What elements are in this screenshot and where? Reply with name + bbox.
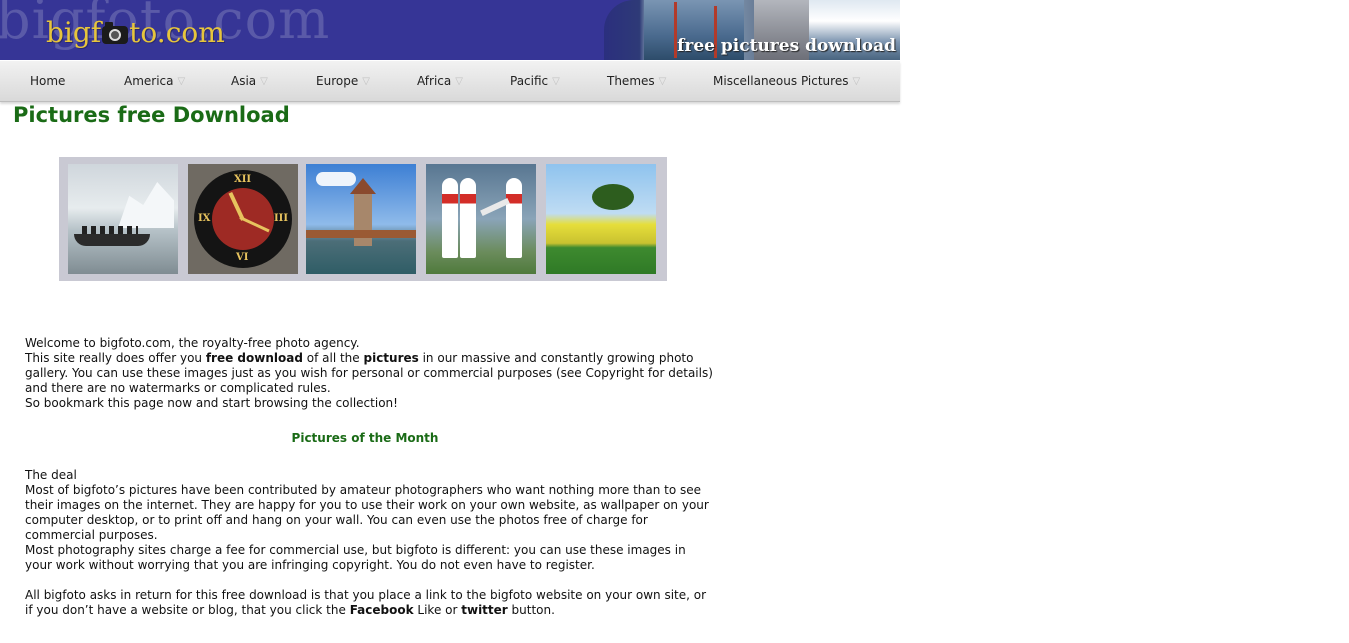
nav-item-label: Home xyxy=(30,74,66,88)
pictures-of-month-heading[interactable]: Pictures of the Month xyxy=(25,431,705,445)
site-logo[interactable]: bigf to.com xyxy=(46,16,225,49)
main-nav: Home America ▽ Asia ▽ Europe ▽ Africa ▽ Paci… xyxy=(0,61,900,102)
bridge-shape xyxy=(306,230,416,238)
deal-section: The deal Most of bigfoto’s pictures have… xyxy=(25,468,715,573)
text-run: This site really does offer you xyxy=(25,351,206,365)
page-title: Pictures free Download xyxy=(13,103,290,127)
facebook-link[interactable]: Facebook xyxy=(350,603,414,617)
asks-section: All bigfoto asks in return for this free… xyxy=(25,588,715,618)
nav-item-themes[interactable]: Themes ▽ xyxy=(607,61,666,101)
chevron-down-icon: ▽ xyxy=(177,76,186,87)
nav-item-label: Miscellaneous Pictures xyxy=(713,74,849,88)
deal-paragraph: Most of bigfoto’s pictures have been con… xyxy=(25,483,709,542)
chevron-down-icon: ▽ xyxy=(455,76,463,87)
boat-shape xyxy=(74,234,150,246)
bold-pictures: pictures xyxy=(363,351,419,365)
pylon-shape xyxy=(506,178,522,258)
twitter-link[interactable]: twitter xyxy=(461,603,507,617)
nav-item-label: Asia xyxy=(231,74,257,88)
header-photo-strip: free pictures download xyxy=(604,0,900,60)
clock-numeral: VI xyxy=(236,252,249,263)
featured-gallery: XII III VI IX xyxy=(59,157,667,281)
chevron-down-icon: ▽ xyxy=(852,76,861,87)
intro-line: Welcome to bigfoto.com, the royalty-free… xyxy=(25,336,360,350)
nav-item-home[interactable]: Home xyxy=(30,61,65,101)
tree-shape xyxy=(592,184,634,210)
asks-paragraph: All bigfoto asks in return for this free… xyxy=(25,588,715,618)
deal-paragraph: Most photography sites charge a fee for … xyxy=(25,543,686,572)
nav-item-africa[interactable]: Africa ▽ xyxy=(417,61,463,101)
clock-numeral: IX xyxy=(198,213,211,224)
gallery-thumbnail-clock[interactable]: XII III VI IX xyxy=(188,164,298,274)
nav-item-pacific[interactable]: Pacific ▽ xyxy=(510,61,560,101)
nav-item-europe[interactable]: Europe ▽ xyxy=(316,61,370,101)
nav-item-asia[interactable]: Asia ▽ xyxy=(231,61,268,101)
intro-paragraph: This site really does offer you free dow… xyxy=(25,351,715,396)
nav-item-label: Africa xyxy=(417,74,452,88)
nav-item-label: America xyxy=(124,74,174,88)
pylon-shape xyxy=(442,178,458,258)
nav-item-miscellaneous[interactable]: Miscellaneous Pictures ▽ xyxy=(713,61,860,101)
text-run: Like or xyxy=(413,603,462,617)
logo-text-suffix: to.com xyxy=(129,16,225,49)
bold-free-download: free download xyxy=(205,351,303,365)
nav-item-label: Europe xyxy=(316,74,359,88)
nav-item-label: Themes xyxy=(607,74,655,88)
gallery-thumbnail-tower[interactable] xyxy=(306,164,416,274)
header-tagline: free pictures download xyxy=(677,36,896,56)
header-banner: bigfoto.com bigf to.com free pictures dow… xyxy=(0,0,900,60)
intro-text: Welcome to bigfoto.com, the royalty-free… xyxy=(25,336,715,411)
pylon-shape xyxy=(460,178,476,258)
chevron-down-icon: ▽ xyxy=(658,76,667,87)
logo-text-prefix: bigf xyxy=(46,16,102,49)
chevron-down-icon: ▽ xyxy=(260,76,268,87)
intro-line: So bookmark this page now and start brow… xyxy=(25,396,398,410)
clock-numeral: III xyxy=(274,213,289,224)
nav-item-america[interactable]: America ▽ xyxy=(124,61,185,101)
chevron-down-icon: ▽ xyxy=(362,76,370,87)
tower-shape xyxy=(350,178,376,246)
iceberg-shape xyxy=(118,182,174,228)
camera-icon xyxy=(102,22,129,44)
deal-heading: The deal xyxy=(25,468,77,482)
gallery-thumbnail-air-race[interactable] xyxy=(426,164,536,274)
clock-numeral: XII xyxy=(234,174,252,185)
gallery-thumbnail-tree[interactable] xyxy=(546,164,656,274)
gallery-thumbnail-iceberg[interactable] xyxy=(68,164,178,274)
chevron-down-icon: ▽ xyxy=(552,76,560,87)
nav-item-label: Pacific xyxy=(510,74,549,88)
text-run: button. xyxy=(507,603,555,617)
text-run: of all the xyxy=(302,351,364,365)
